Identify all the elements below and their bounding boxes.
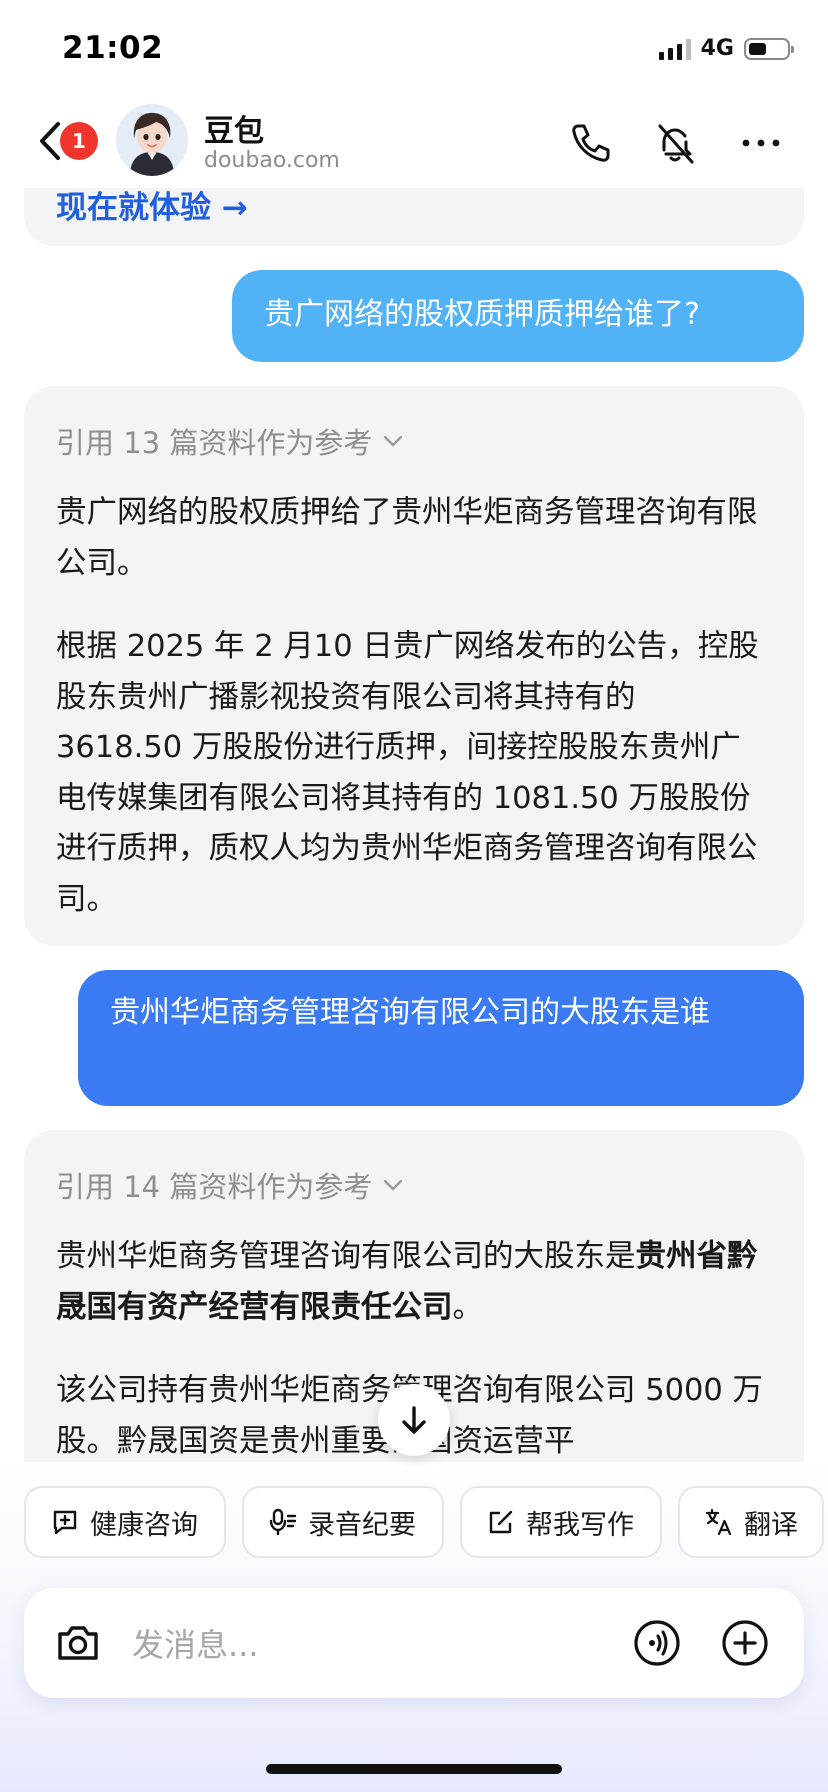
chevron-down-icon — [384, 1179, 403, 1191]
chip-label: 录音纪要 — [308, 1509, 416, 1541]
chevron-down-icon — [384, 435, 403, 447]
reference-toggle[interactable]: 引用 14 篇资料作为参考 — [56, 1164, 404, 1206]
reference-label: 引用 13 篇资料作为参考 — [56, 426, 373, 460]
answer-text: 。 — [452, 1289, 484, 1325]
ai-message: 引用 13 篇资料作为参考 贵广网络的股权质押给了贵州华炬商务管理咨询有限公司。… — [24, 386, 804, 946]
mute-icon[interactable] — [652, 120, 698, 166]
chip-label: 翻译 — [744, 1509, 798, 1541]
reference-label: 引用 14 篇资料作为参考 — [56, 1170, 373, 1204]
chip-writing-help[interactable]: 帮我写作 — [460, 1486, 662, 1558]
health-chat-icon — [53, 1510, 77, 1535]
user-message-text: 贵广网络的股权质押质押给谁了? — [264, 297, 700, 332]
chat-header: 1 豆包 doubao.com — [0, 96, 828, 188]
battery-icon — [744, 37, 794, 60]
avatar-image — [116, 104, 188, 176]
user-message: 贵州华炬商务管理咨询有限公司的大股东是谁 — [78, 970, 804, 1106]
ai-answer-paragraph: 贵广网络的股权质押给了贵州华炬商务管理咨询有限公司。 — [56, 495, 758, 581]
camera-icon[interactable] — [54, 1620, 102, 1666]
user-message-text: 贵州华炬商务管理咨询有限公司的大股东是谁 — [110, 995, 710, 1030]
avatar[interactable] — [116, 104, 188, 176]
home-indicator — [266, 1764, 562, 1774]
network-type: 4G — [700, 36, 734, 61]
contact-name: 豆包 — [204, 114, 264, 149]
ai-answer-paragraph: 贵州华炬商务管理咨询有限公司的大股东是贵州省黔晟国有资产经营有限责任公司。 — [56, 1232, 764, 1333]
quick-actions: 健康咨询 录音纪要 帮我写作 翻译 — [24, 1486, 824, 1562]
message-input[interactable]: 发消息... — [132, 1620, 259, 1666]
chip-label: 帮我写作 — [526, 1509, 634, 1541]
edit-icon — [489, 1510, 513, 1534]
chip-recording-notes[interactable]: 录音纪要 — [242, 1486, 444, 1558]
voice-call-icon[interactable] — [632, 1618, 682, 1668]
add-icon[interactable] — [720, 1618, 770, 1668]
status-time: 21:02 — [62, 30, 164, 66]
reference-toggle[interactable]: 引用 13 篇资料作为参考 — [56, 420, 404, 462]
microphone-icon — [269, 1508, 297, 1536]
unread-badge: 1 — [60, 122, 98, 160]
arrow-down-icon — [402, 1406, 426, 1434]
signal-icon — [658, 38, 691, 60]
chip-health-consult[interactable]: 健康咨询 — [24, 1486, 226, 1558]
contact-domain: doubao.com — [204, 148, 340, 173]
more-icon[interactable] — [738, 120, 784, 166]
status-bar: 21:02 4G — [0, 0, 828, 96]
scroll-to-bottom-button[interactable] — [378, 1384, 450, 1456]
chip-label: 健康咨询 — [90, 1509, 198, 1541]
answer-text: 贵州华炬商务管理咨询有限公司的大股东是 — [56, 1239, 636, 1274]
chip-translate[interactable]: 翻译 — [678, 1486, 824, 1558]
translate-icon — [705, 1508, 732, 1536]
message-input-bar: 发消息... — [24, 1588, 804, 1698]
ai-answer-paragraph: 根据 2025 年 2 月10 日贵广网络发布的公告，控股股东贵州广播影视投资有… — [56, 629, 759, 917]
phone-icon[interactable] — [568, 120, 614, 166]
user-message: 贵广网络的股权质押质押给谁了? — [232, 270, 804, 362]
try-now-link[interactable]: 现在就体验 → — [56, 182, 248, 227]
status-indicators: 4G — [658, 36, 794, 61]
